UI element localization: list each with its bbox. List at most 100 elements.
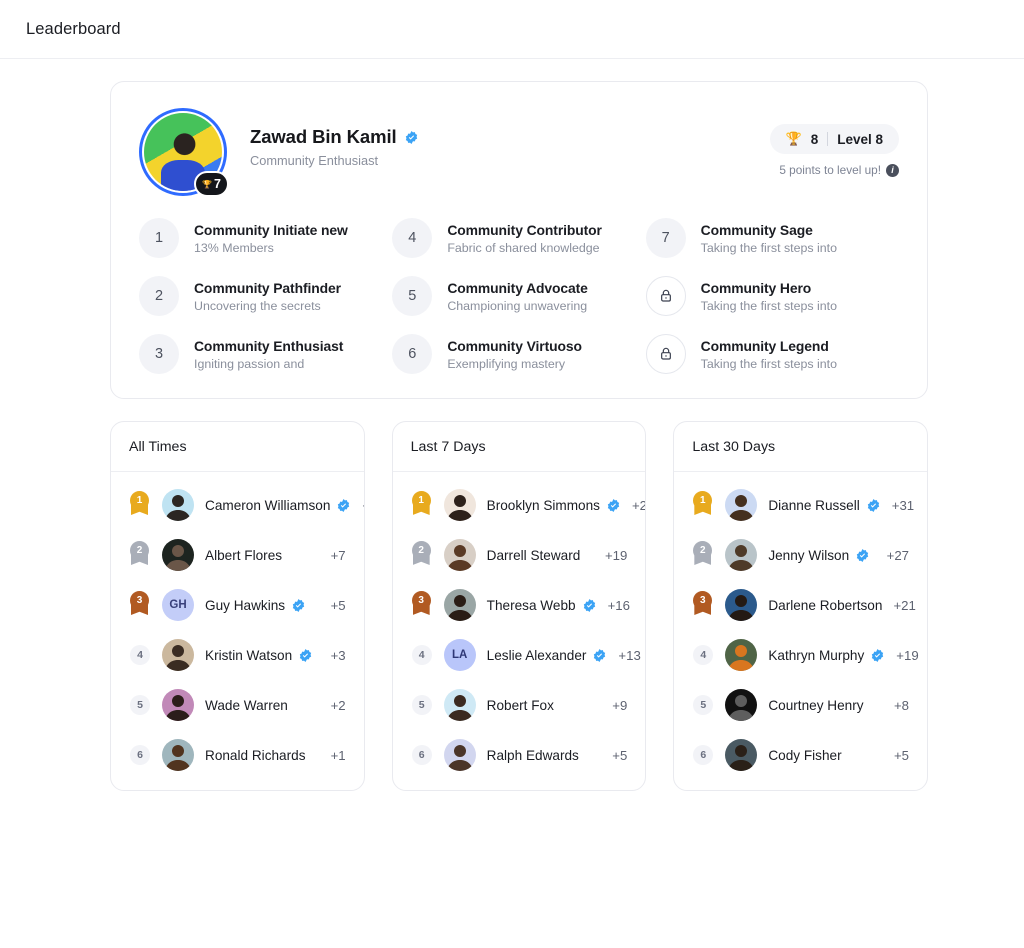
avatar[interactable]	[443, 689, 476, 721]
level-chip[interactable]: 🏆 8 Level 8	[769, 124, 899, 154]
avatar[interactable]	[162, 689, 194, 721]
achievement-item[interactable]: 7 Community Sage Taking the first steps in…	[645, 218, 899, 258]
player-name-cell: Dianne Russell	[768, 498, 880, 513]
achievement-title: Community Contributor	[447, 221, 602, 238]
verified-badge-icon	[856, 548, 869, 562]
achievement-item[interactable]: 5 Community Advocate Championing unwaverin…	[392, 276, 645, 316]
leaderboard-row[interactable]: 2 Albert Flores +7	[111, 530, 364, 580]
leaderboard-row[interactable]: 5 Courtney Henry +8	[674, 680, 927, 730]
leaderboard-row[interactable]: 6 Cody Fisher +5	[674, 730, 927, 780]
leaderboard-row[interactable]: 6 Ronald Richards +1	[111, 730, 364, 780]
player-name: Dianne Russell	[768, 497, 860, 513]
player-name: Brooklyn Simmons	[486, 497, 600, 513]
leaderboard-row[interactable]: 1 Brooklyn Simmons +21	[393, 480, 645, 530]
verified-badge-icon	[338, 498, 350, 512]
player-name: Cameron Williamson	[205, 497, 331, 513]
avatar[interactable]	[443, 489, 476, 521]
rank-cell: 2	[411, 541, 433, 569]
trophy-count: 8	[810, 131, 819, 147]
achievement-subtitle: Taking the first steps into	[700, 298, 838, 313]
player-name-cell: Darrell Steward	[487, 548, 594, 563]
points-note-text: 5 points to level up!	[779, 163, 881, 177]
leaderboard-row[interactable]: 2 Darrell Steward +19	[393, 530, 646, 580]
rank-number: 4	[130, 645, 150, 665]
achievement-item[interactable]: 3 Community Enthusiast Igniting passion an…	[139, 334, 392, 374]
player-name: Albert Flores	[205, 547, 283, 563]
avatar[interactable]	[162, 489, 194, 521]
avatar[interactable]	[162, 739, 194, 771]
avatar[interactable]	[725, 589, 758, 621]
achievement-text: Community Legend Taking the first steps i…	[701, 338, 837, 371]
medal-gold-icon: 1	[130, 491, 150, 519]
achievement-item[interactable]: Community Legend Taking the first steps i…	[645, 334, 899, 374]
medal-gold-icon: 1	[693, 491, 713, 519]
medal-bronze-icon: 3	[693, 591, 713, 619]
player-score: +2	[330, 697, 346, 713]
leaderboard-rows: 1 Dianne Russell +31 2 Jenny Wilson +27 3 Darle…	[674, 472, 927, 790]
avatar-initials[interactable]: GH	[162, 589, 194, 621]
achievement-item[interactable]: 2 Community Pathfinder Uncovering the secr…	[139, 276, 392, 316]
leaderboard-row[interactable]: 5 Wade Warren +2	[111, 680, 364, 730]
leaderboard-row[interactable]: 4 Kristin Watson +3	[111, 630, 364, 680]
leaderboard-row[interactable]: 3 GH Guy Hawkins +5	[111, 580, 364, 630]
profile-card: 🏆 7 Zawad Bin Kamil Community Enthusiast…	[110, 81, 928, 399]
player-name-cell: Cameron Williamson	[205, 498, 351, 513]
leaderboard-row[interactable]: 5 Robert Fox +9	[393, 680, 646, 730]
leaderboard-row[interactable]: 1 Dianne Russell +31	[674, 480, 927, 530]
achievement-item[interactable]: 1 Community Initiate new 13% Members	[139, 218, 392, 258]
avatar[interactable]	[725, 639, 758, 671]
player-name: Robert Fox	[486, 697, 554, 713]
leaderboard-row[interactable]: 3 Theresa Webb +16	[393, 580, 646, 630]
achievement-lock-circle	[645, 334, 686, 374]
trophy-icon: 🏆	[202, 179, 213, 189]
avatar[interactable]	[162, 639, 194, 671]
rank-number: 4	[411, 645, 432, 665]
achievement-subtitle: Uncovering the secrets	[194, 298, 321, 313]
achievement-rank-circle: 6	[392, 334, 433, 374]
avatar[interactable]	[725, 539, 758, 571]
avatar[interactable]	[443, 739, 476, 771]
achievement-text: Community Hero Taking the first steps int…	[701, 280, 837, 313]
rank-number: 6	[411, 745, 432, 765]
leaderboard-row[interactable]: 4 LA Leslie Alexander +13	[393, 630, 646, 680]
page-content: 🏆 7 Zawad Bin Kamil Community Enthusiast…	[0, 59, 1024, 817]
avatar-image	[446, 545, 473, 571]
medal-bronze-icon: 3	[130, 591, 150, 619]
rank-number: 5	[411, 695, 432, 715]
medal-rank-value: 1	[411, 491, 431, 510]
avatar[interactable]	[725, 689, 758, 721]
leaderboard-row[interactable]: 4 Kathryn Murphy +19	[674, 630, 927, 680]
avatar[interactable]	[443, 589, 476, 621]
achievement-item[interactable]: 6 Community Virtuoso Exemplifying mastery	[392, 334, 645, 374]
player-name: Ronald Richards	[205, 747, 306, 763]
info-icon[interactable]: i	[886, 163, 899, 177]
achievements-grid: 1 Community Initiate new 13% Members 4 Commu…	[139, 218, 899, 374]
avatar-initials[interactable]: LA	[443, 639, 476, 671]
leaderboard-row[interactable]: 1 Cameron Williamson +10	[111, 480, 364, 530]
medal-silver-icon: 2	[693, 541, 713, 569]
achievement-title: Community Pathfinder	[194, 279, 341, 296]
achievement-item[interactable]: 4 Community Contributor Fabric of shared k…	[392, 218, 645, 258]
achievement-title: Community Advocate	[447, 279, 588, 296]
avatar-image	[165, 695, 191, 721]
medal-gold-icon: 1	[411, 491, 432, 519]
leaderboard-row[interactable]: 2 Jenny Wilson +27	[674, 530, 927, 580]
avatar-image	[728, 545, 755, 571]
player-name-cell: Ronald Richards	[205, 748, 320, 763]
player-name: Wade Warren	[205, 697, 288, 713]
achievement-item[interactable]: Community Hero Taking the first steps int…	[645, 276, 899, 316]
avatar[interactable]: 🏆 7	[139, 108, 229, 197]
leaderboard-card: Last 7 Days 1 Brooklyn Simmons +21 2 Darrell …	[391, 421, 647, 791]
avatar[interactable]	[443, 539, 476, 571]
avatar[interactable]	[162, 539, 194, 571]
avatar[interactable]	[725, 489, 758, 521]
lock-icon	[660, 347, 671, 360]
profile-level-meta: 🏆 8 Level 8 5 points to level up! i	[769, 108, 899, 177]
verified-badge-icon	[594, 648, 606, 662]
points-to-level-up: 5 points to level up! i	[770, 163, 899, 177]
player-score: +5	[330, 597, 346, 613]
leaderboard-row[interactable]: 3 Darlene Robertson +21	[674, 580, 927, 630]
page-title: Leaderboard	[26, 19, 121, 38]
avatar[interactable]	[725, 739, 758, 771]
leaderboard-row[interactable]: 6 Ralph Edwards +5	[393, 730, 646, 780]
